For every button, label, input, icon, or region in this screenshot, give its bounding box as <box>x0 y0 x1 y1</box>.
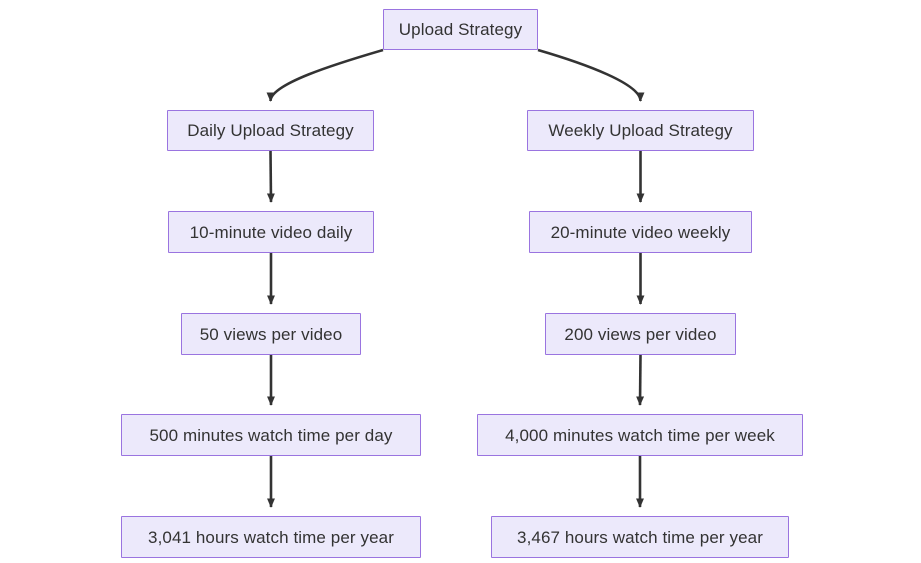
flow-node-label: Daily Upload Strategy <box>187 121 354 140</box>
flowchart-diagram: Upload Strategy Daily Upload Strategy 10-m… <box>0 0 921 563</box>
flow-node-label: 50 views per video <box>199 324 343 344</box>
flow-node-label: 500 minutes watch time per day <box>149 425 393 445</box>
flow-node-d3[interactable]: 50 views per video <box>181 313 361 355</box>
flow-node-w1[interactable]: Weekly Upload Strategy <box>527 110 754 151</box>
flow-node-d4[interactable]: 500 minutes watch time per day <box>121 414 421 456</box>
flow-edge-d1-to-d2 <box>266 150 275 203</box>
flow-node-w5[interactable]: 3,467 hours watch time per year <box>491 516 789 558</box>
flow-node-w4[interactable]: 4,000 minutes watch time per week <box>477 414 803 456</box>
flow-node-w2[interactable]: 20-minute video weekly <box>529 211 752 253</box>
flow-node-d1[interactable]: Daily Upload Strategy <box>167 110 374 151</box>
flow-node-label: Weekly Upload Strategy <box>548 121 733 140</box>
flow-node-w3[interactable]: 200 views per video <box>545 313 736 355</box>
flow-node-label: 4,000 minutes watch time per week <box>505 425 775 445</box>
flow-edge-root-to-w1 <box>537 48 645 102</box>
flow-node-label: 200 views per video <box>564 324 717 344</box>
flow-node-d2[interactable]: 10-minute video daily <box>168 211 374 253</box>
flow-node-label: 3,041 hours watch time per year <box>148 527 394 547</box>
flow-node-root[interactable]: Upload Strategy <box>383 9 538 50</box>
flow-edge-root-to-d1 <box>266 48 384 102</box>
flow-node-label: 20-minute video weekly <box>550 222 731 242</box>
flow-edge-w3-to-w4 <box>636 354 645 406</box>
flow-node-label: 10-minute video daily <box>189 222 353 242</box>
flow-node-label: Upload Strategy <box>398 20 523 39</box>
flow-node-d5[interactable]: 3,041 hours watch time per year <box>121 516 421 558</box>
flow-node-label: 3,467 hours watch time per year <box>517 527 763 547</box>
edge-layer <box>266 48 645 508</box>
